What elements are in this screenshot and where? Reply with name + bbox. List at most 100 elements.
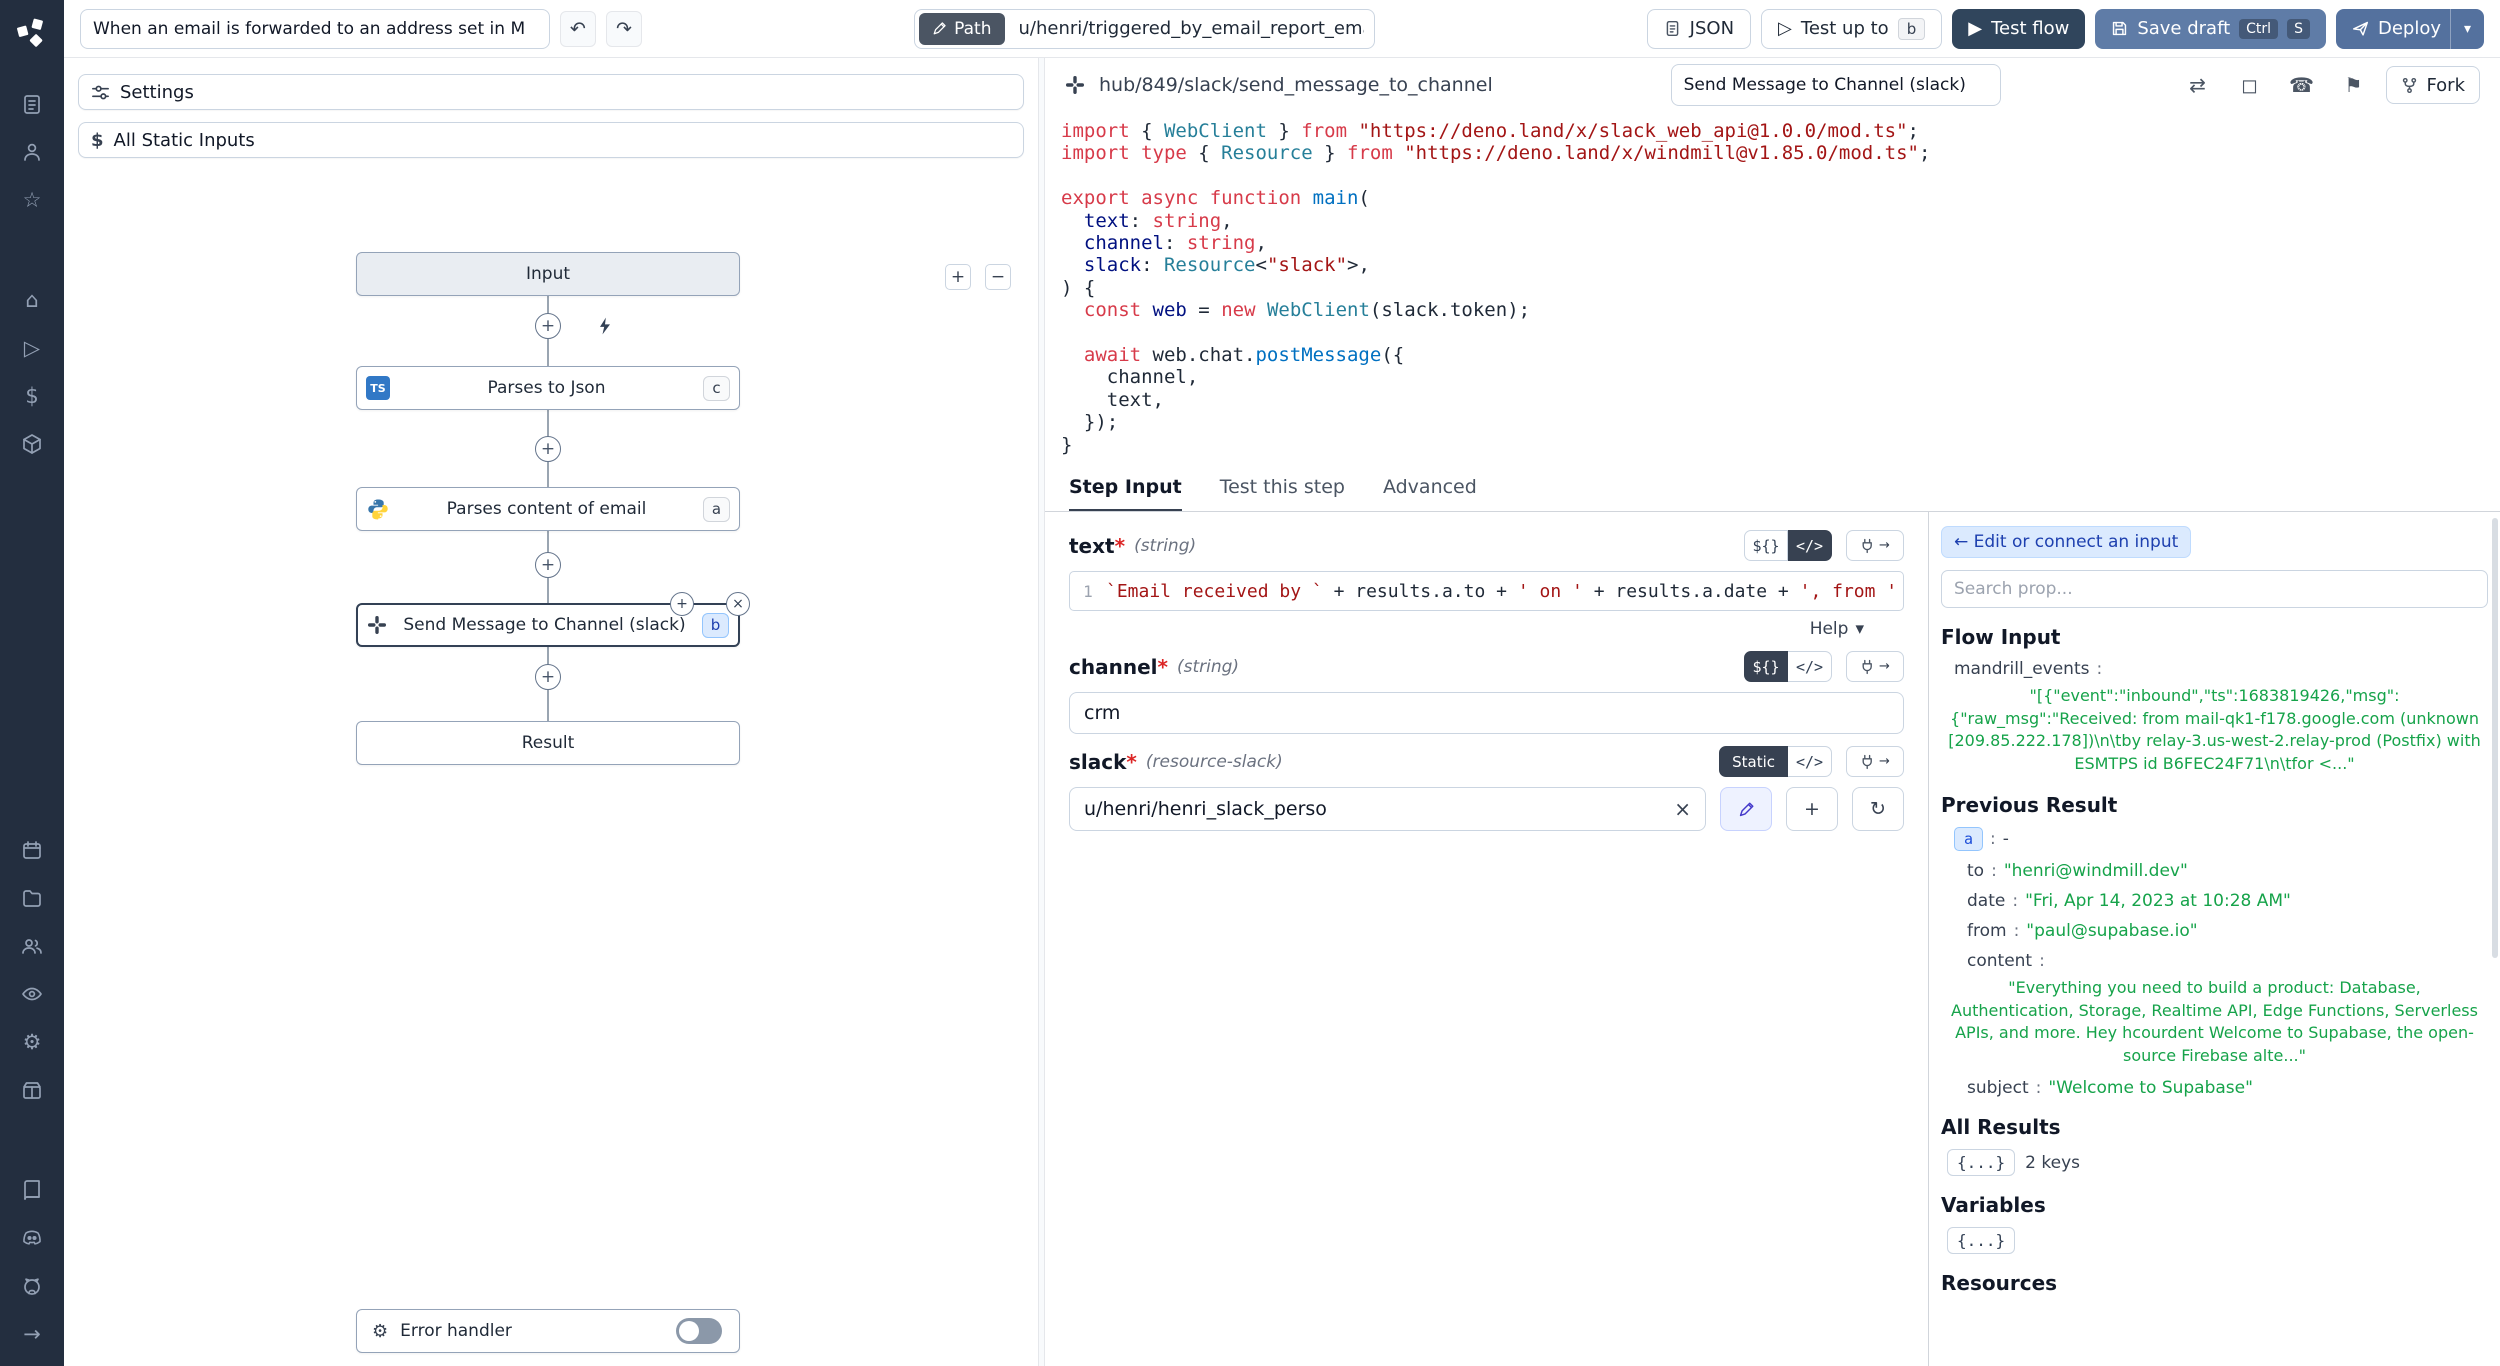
section-flow-input: Flow Input	[1941, 625, 2488, 649]
deploy-button[interactable]: Deploy ▾	[2336, 9, 2484, 49]
all-static-inputs-button[interactable]: $ All Static Inputs	[78, 122, 1024, 158]
add-step-button-2[interactable]: +	[535, 436, 561, 462]
sidebar-item-home[interactable]: ⌂	[10, 276, 54, 324]
prop-row-subject[interactable]: subject : "Welcome to Supabase"	[1941, 1078, 2488, 1098]
connect-input-button[interactable]: →	[1846, 530, 1904, 561]
sidebar-item-docs[interactable]	[10, 1166, 54, 1214]
app-sidebar: ☆ ⌂ ▷ $ ⚙ →	[0, 0, 64, 1366]
plug-icon	[1860, 659, 1876, 675]
slack-resource-input[interactable]: u/henri/henri_slack_perso ×	[1069, 787, 1706, 831]
code-mode-button[interactable]: </>	[1788, 530, 1832, 561]
node-error-handler[interactable]: ⚙ Error handler	[356, 1309, 740, 1353]
hub-script-path[interactable]: hub/849/slack/send_message_to_channel	[1099, 74, 1493, 96]
required-asterisk: *	[1126, 750, 1136, 774]
text-expression-editor[interactable]: 1 `Email received by ` + results.a.to + …	[1069, 571, 1904, 611]
sidebar-item-user[interactable]	[10, 128, 54, 176]
path-button[interactable]: Path	[919, 13, 1004, 45]
undo-button[interactable]: ↶	[560, 11, 596, 47]
sidebar-item-discord[interactable]	[10, 1214, 54, 1262]
static-mode-button[interactable]: Static	[1719, 746, 1788, 777]
refresh-resource-button[interactable]: ↻	[1852, 787, 1904, 831]
fork-button[interactable]: Fork	[2386, 66, 2480, 104]
prop-row-from[interactable]: from : "paul@supabase.io"	[1941, 921, 2488, 941]
kbd-s: S	[2287, 19, 2310, 39]
phone-button[interactable]: ☎	[2282, 66, 2320, 104]
sidebar-item-variables[interactable]: $	[10, 372, 54, 420]
node-parses-content-of-email[interactable]: Parses content of email a	[356, 487, 740, 531]
add-step-button-1[interactable]: +	[535, 313, 561, 339]
connect-input-button[interactable]: →	[1846, 746, 1904, 777]
code-mode-button[interactable]: </>	[1788, 746, 1832, 777]
redo-button[interactable]: ↷	[606, 11, 642, 47]
sidebar-item-schedules[interactable]	[10, 826, 54, 874]
tab-advanced[interactable]: Advanced	[1383, 464, 1477, 511]
add-step-button-4[interactable]: +	[535, 664, 561, 690]
sidebar-item-favorites[interactable]: ☆	[10, 176, 54, 224]
delete-node-button[interactable]: ×	[726, 592, 750, 616]
prop-row-date[interactable]: date : "Fri, Apr 14, 2023 at 10:28 AM"	[1941, 891, 2488, 911]
tab-test-this-step[interactable]: Test this step	[1220, 464, 1345, 511]
prop-search-input[interactable]	[1941, 570, 2488, 608]
trigger-bolt-icon[interactable]	[592, 313, 618, 339]
template-mode-button[interactable]: ${}	[1744, 651, 1788, 682]
cube-icon	[21, 433, 43, 455]
test-up-to-button[interactable]: ▷ Test up to b	[1761, 9, 1942, 49]
add-step-button-3[interactable]: +	[535, 552, 561, 578]
sidebar-item-workers[interactable]	[10, 1066, 54, 1114]
prop-row-a[interactable]: a : -	[1941, 827, 2488, 851]
sync-button[interactable]: ⇄	[2178, 66, 2216, 104]
zoom-in-button[interactable]: +	[945, 264, 971, 290]
prop-row-to[interactable]: to : "henri@windmill.dev"	[1941, 861, 2488, 881]
code-mode-button[interactable]: </>	[1788, 651, 1832, 682]
sidebar-item-folders[interactable]	[10, 874, 54, 922]
tab-step-input[interactable]: Step Input	[1069, 464, 1182, 511]
node-parses-to-json[interactable]: TS Parses to Json c	[356, 366, 740, 410]
prop-row-content[interactable]: content :	[1941, 951, 2488, 971]
code-editor[interactable]: import { WebClient } from "https://deno.…	[1045, 112, 2500, 464]
node-result[interactable]: Result	[356, 721, 740, 765]
mandrill-value[interactable]: "[{"event":"inbound","ts":1683819426,"ms…	[1947, 685, 2482, 776]
required-asterisk: *	[1115, 534, 1125, 558]
mode-toggle: Static </>	[1719, 746, 1832, 777]
edit-or-connect-button[interactable]: ← Edit or connect an input	[1941, 526, 2191, 558]
add-resource-button[interactable]: +	[1786, 787, 1838, 831]
sidebar-item-groups[interactable]	[10, 922, 54, 970]
clear-resource-button[interactable]: ×	[1674, 797, 1691, 821]
help-dropdown[interactable]: Help ▾	[1069, 619, 1904, 639]
all-results-object-badge[interactable]: {...}	[1947, 1149, 2015, 1176]
error-handler-toggle[interactable]	[676, 1318, 722, 1344]
test-flow-button[interactable]: ▶ Test flow	[1952, 9, 2085, 49]
square-icon: ◻	[2241, 73, 2258, 97]
zoom-out-button[interactable]: −	[985, 264, 1011, 290]
template-mode-button[interactable]: ${}	[1744, 530, 1788, 561]
connect-input-button[interactable]: →	[1846, 651, 1904, 682]
sidebar-item-github[interactable]	[10, 1262, 54, 1310]
path-input[interactable]	[1009, 18, 1374, 39]
content-value[interactable]: "Everything you need to build a product:…	[1947, 977, 2482, 1068]
sidebar-item-settings[interactable]: ⚙	[10, 1018, 54, 1066]
windmill-logo[interactable]	[10, 10, 54, 54]
plug-icon	[1860, 538, 1876, 554]
maximize-button[interactable]: ◻	[2230, 66, 2268, 104]
variables-object-badge[interactable]: {...}	[1947, 1227, 2015, 1254]
typescript-icon: TS	[366, 376, 390, 400]
sidebar-item-runs[interactable]	[10, 80, 54, 128]
prop-row-mandrill[interactable]: mandrill_events :	[1941, 659, 2488, 679]
json-button[interactable]: JSON	[1647, 9, 1751, 49]
move-node-handle[interactable]: +	[670, 592, 694, 616]
sidebar-item-resources[interactable]	[10, 420, 54, 468]
edit-resource-button[interactable]	[1720, 787, 1772, 831]
sidebar-item-audit[interactable]	[10, 970, 54, 1018]
flow-settings-button[interactable]: Settings	[78, 74, 1024, 110]
save-draft-button[interactable]: Save draft Ctrl S	[2095, 9, 2326, 49]
node-input[interactable]: Input	[356, 252, 740, 296]
flag-button[interactable]: ⚑	[2334, 66, 2372, 104]
sidebar-collapse[interactable]: →	[10, 1310, 54, 1358]
step-summary-input[interactable]	[1671, 64, 2001, 106]
channel-input[interactable]	[1069, 692, 1904, 734]
flow-name-input[interactable]	[80, 9, 550, 49]
node-send-message-to-channel[interactable]: + × Send Message to Channel (slack) b	[356, 603, 740, 647]
deploy-dropdown[interactable]: ▾	[2450, 9, 2484, 49]
sidebar-item-runs-play[interactable]: ▷	[10, 324, 54, 372]
scrollbar-thumb[interactable]	[2492, 518, 2498, 958]
